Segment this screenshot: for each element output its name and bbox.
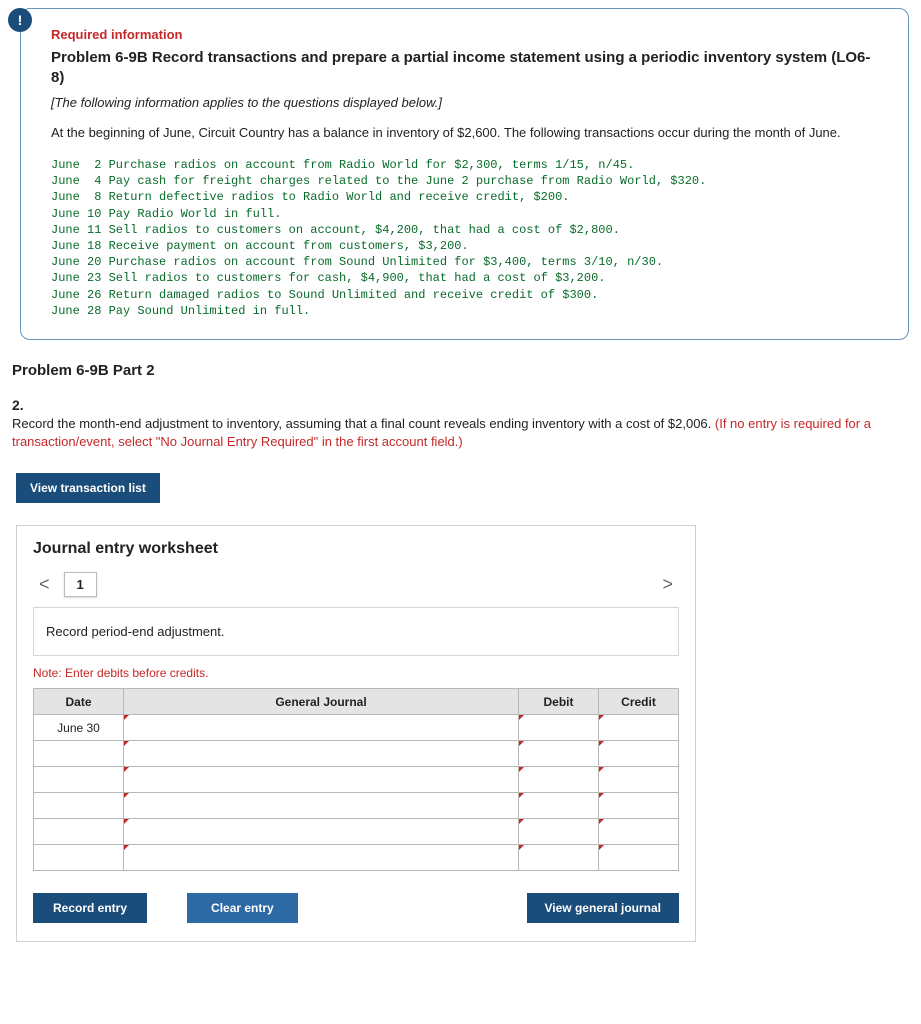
- transactions-list: June 2 Purchase radios on account from R…: [51, 157, 882, 319]
- prev-entry-chevron[interactable]: <: [33, 572, 56, 597]
- next-entry-chevron[interactable]: >: [656, 572, 679, 597]
- account-cell[interactable]: [124, 845, 519, 871]
- entry-description-box: Record period-end adjustment.: [33, 607, 679, 656]
- instruction-text: Record the month-end adjustment to inven…: [12, 415, 905, 451]
- info-badge: !: [8, 8, 32, 32]
- date-cell[interactable]: [34, 741, 124, 767]
- account-cell[interactable]: [124, 715, 519, 741]
- credit-cell[interactable]: [599, 741, 679, 767]
- col-header-date: Date: [34, 689, 124, 715]
- credit-cell[interactable]: [599, 819, 679, 845]
- part-title: Problem 6-9B Part 2: [12, 362, 909, 379]
- entry-tab-1[interactable]: 1: [64, 572, 97, 597]
- date-cell[interactable]: [34, 767, 124, 793]
- date-cell[interactable]: [34, 793, 124, 819]
- debit-cell[interactable]: [519, 741, 599, 767]
- credit-cell[interactable]: [599, 845, 679, 871]
- debit-before-credit-note: Note: Enter debits before credits.: [33, 666, 679, 680]
- intro-text: At the beginning of June, Circuit Countr…: [51, 124, 882, 142]
- clear-entry-button[interactable]: Clear entry: [187, 893, 298, 923]
- col-header-general-journal: General Journal: [124, 689, 519, 715]
- table-row: June 30: [34, 715, 679, 741]
- account-cell[interactable]: [124, 819, 519, 845]
- debit-cell[interactable]: [519, 819, 599, 845]
- required-info-label: Required information: [51, 27, 882, 42]
- journal-worksheet-panel: Journal entry worksheet < 1 > Record per…: [16, 525, 696, 942]
- worksheet-heading: Journal entry worksheet: [33, 540, 679, 558]
- table-row: [34, 741, 679, 767]
- col-header-credit: Credit: [599, 689, 679, 715]
- date-cell[interactable]: [34, 819, 124, 845]
- view-transaction-list-button[interactable]: View transaction list: [16, 473, 160, 503]
- instruction-plain: Record the month-end adjustment to inven…: [12, 416, 715, 431]
- journal-entry-table: Date General Journal Debit Credit June 3…: [33, 688, 679, 871]
- table-row: [34, 793, 679, 819]
- step-number: 2.: [12, 397, 909, 413]
- table-row: [34, 845, 679, 871]
- account-cell[interactable]: [124, 793, 519, 819]
- credit-cell[interactable]: [599, 767, 679, 793]
- date-cell[interactable]: June 30: [34, 715, 124, 741]
- table-header-row: Date General Journal Debit Credit: [34, 689, 679, 715]
- col-header-debit: Debit: [519, 689, 599, 715]
- credit-cell[interactable]: [599, 715, 679, 741]
- account-cell[interactable]: [124, 767, 519, 793]
- problem-title: Problem 6-9B Record transactions and pre…: [51, 48, 882, 89]
- account-cell[interactable]: [124, 741, 519, 767]
- context-note: [The following information applies to th…: [51, 95, 882, 110]
- view-general-journal-button[interactable]: View general journal: [527, 893, 679, 923]
- table-row: [34, 767, 679, 793]
- debit-cell[interactable]: [519, 793, 599, 819]
- required-info-panel: Required information Problem 6-9B Record…: [20, 8, 909, 340]
- date-cell[interactable]: [34, 845, 124, 871]
- credit-cell[interactable]: [599, 793, 679, 819]
- debit-cell[interactable]: [519, 845, 599, 871]
- table-row: [34, 819, 679, 845]
- debit-cell[interactable]: [519, 715, 599, 741]
- record-entry-button[interactable]: Record entry: [33, 893, 147, 923]
- debit-cell[interactable]: [519, 767, 599, 793]
